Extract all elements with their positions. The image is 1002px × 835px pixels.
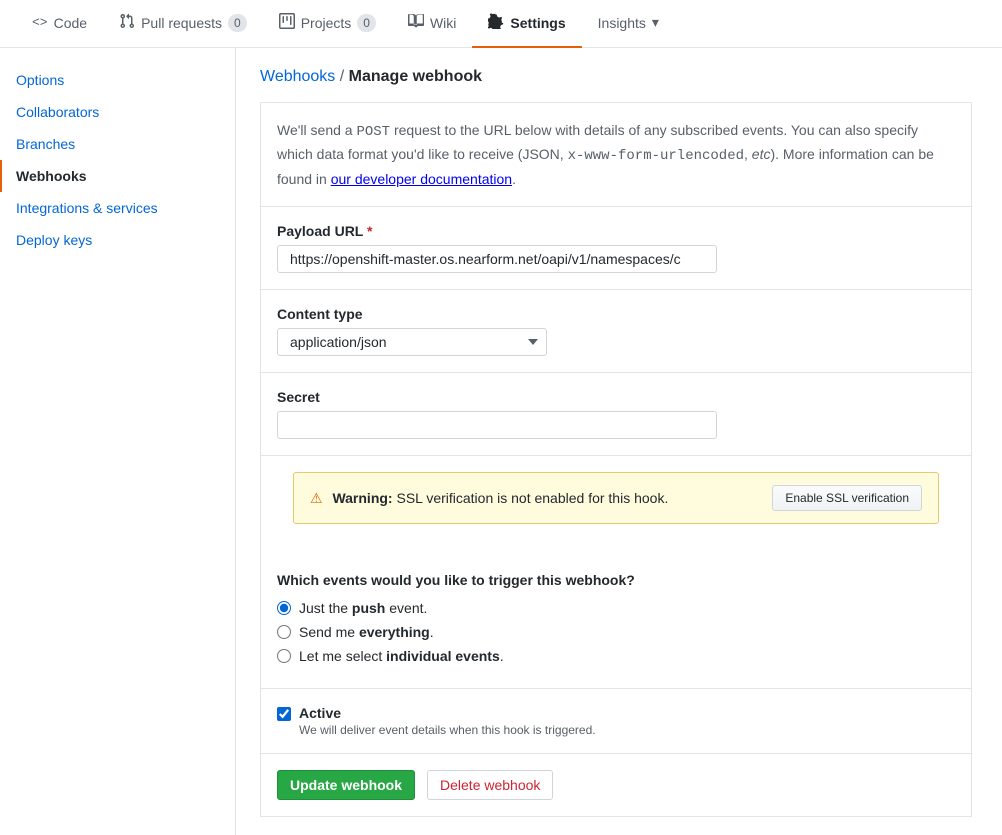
projects-badge: 0 bbox=[357, 14, 376, 32]
sidebar: Options Collaborators Branches Webhooks … bbox=[0, 48, 236, 835]
nav-insights[interactable]: Insights ▾ bbox=[582, 0, 675, 47]
webhook-form-container: We'll send a POST request to the URL bel… bbox=[260, 102, 972, 817]
page-layout: Options Collaborators Branches Webhooks … bbox=[0, 48, 1002, 835]
projects-icon bbox=[279, 13, 295, 32]
payload-url-group: Payload URL * bbox=[261, 207, 971, 290]
secret-group: Secret bbox=[261, 373, 971, 456]
active-section: Active We will deliver event details whe… bbox=[261, 689, 971, 753]
nav-pull-requests-label: Pull requests bbox=[141, 15, 222, 31]
secret-input[interactable] bbox=[277, 411, 717, 439]
push-event-label: Just the push event. bbox=[299, 600, 427, 616]
nav-settings-label: Settings bbox=[510, 15, 565, 31]
code-icon: <> bbox=[32, 15, 48, 30]
radio-group-everything: Send me everything. bbox=[277, 624, 955, 640]
insights-dropdown-icon: ▾ bbox=[652, 14, 659, 31]
nav-projects-label: Projects bbox=[301, 15, 352, 31]
active-label-container: Active We will deliver event details whe… bbox=[299, 705, 596, 737]
sidebar-item-branches[interactable]: Branches bbox=[0, 128, 235, 160]
everything-event-radio[interactable] bbox=[277, 625, 291, 639]
sidebar-item-collaborators[interactable]: Collaborators bbox=[0, 96, 235, 128]
pull-request-icon bbox=[119, 13, 135, 32]
radio-group-push: Just the push event. bbox=[277, 600, 955, 616]
push-event-radio[interactable] bbox=[277, 601, 291, 615]
warning-container: ⚠ Warning: SSL verification is not enabl… bbox=[261, 472, 971, 556]
breadcrumb-current: Manage webhook bbox=[349, 68, 482, 85]
payload-url-label: Payload URL * bbox=[277, 223, 955, 239]
content-type-group: Content type application/json applicatio… bbox=[261, 290, 971, 373]
individual-events-label: Let me select individual events. bbox=[299, 648, 504, 664]
payload-url-input[interactable] bbox=[277, 245, 717, 273]
everything-event-label: Send me everything. bbox=[299, 624, 434, 640]
top-navigation: <> Code Pull requests 0 Projects 0 Wiki … bbox=[0, 0, 1002, 48]
enable-ssl-button[interactable]: Enable SSL verification bbox=[772, 485, 922, 511]
content-type-label: Content type bbox=[277, 306, 955, 322]
settings-icon bbox=[488, 13, 504, 32]
sidebar-item-webhooks[interactable]: Webhooks bbox=[0, 160, 235, 192]
breadcrumb-separator: / bbox=[340, 68, 349, 85]
breadcrumb: Webhooks / Manage webhook bbox=[260, 68, 972, 86]
warning-triangle-icon: ⚠ bbox=[310, 490, 323, 506]
desc-code-post: POST bbox=[356, 124, 390, 140]
desc-text-before: We'll send a bbox=[277, 122, 356, 138]
sidebar-item-deploy-keys[interactable]: Deploy keys bbox=[0, 224, 235, 256]
warning-text-container: ⚠ Warning: SSL verification is not enabl… bbox=[310, 490, 668, 507]
active-description: We will deliver event details when this … bbox=[299, 723, 596, 737]
content-type-select[interactable]: application/json application/x-www-form-… bbox=[277, 328, 547, 356]
main-content: Webhooks / Manage webhook We'll send a P… bbox=[236, 48, 996, 835]
nav-wiki-label: Wiki bbox=[430, 15, 456, 31]
wiki-icon bbox=[408, 13, 424, 32]
warning-description: SSL verification is not enabled for this… bbox=[396, 490, 668, 506]
active-checkbox-group: Active We will deliver event details whe… bbox=[277, 705, 955, 737]
nav-settings[interactable]: Settings bbox=[472, 0, 581, 48]
pull-requests-badge: 0 bbox=[228, 14, 247, 32]
sidebar-item-integrations[interactable]: Integrations & services bbox=[0, 192, 235, 224]
nav-insights-label: Insights bbox=[598, 15, 646, 31]
nav-wiki[interactable]: Wiki bbox=[392, 0, 472, 48]
button-row: Update webhook Delete webhook bbox=[261, 753, 971, 816]
active-checkbox[interactable] bbox=[277, 707, 291, 721]
secret-label: Secret bbox=[277, 389, 955, 405]
warning-bold-text: Warning: bbox=[332, 490, 392, 506]
webhook-description: We'll send a POST request to the URL bel… bbox=[261, 103, 971, 207]
breadcrumb-parent-link[interactable]: Webhooks bbox=[260, 68, 335, 85]
developer-docs-link[interactable]: our developer documentation bbox=[331, 171, 512, 187]
ssl-warning-box: ⚠ Warning: SSL verification is not enabl… bbox=[293, 472, 939, 524]
events-title: Which events would you like to trigger t… bbox=[277, 572, 955, 588]
desc-code-urlencoded: x-www-form-urlencoded bbox=[568, 148, 744, 164]
sidebar-item-options[interactable]: Options bbox=[0, 64, 235, 96]
required-asterisk: * bbox=[367, 223, 372, 239]
nav-code[interactable]: <> Code bbox=[16, 1, 103, 47]
events-section: Which events would you like to trigger t… bbox=[261, 556, 971, 689]
nav-code-label: Code bbox=[54, 15, 87, 31]
nav-projects[interactable]: Projects 0 bbox=[263, 0, 392, 48]
radio-group-individual: Let me select individual events. bbox=[277, 648, 955, 664]
active-label: Active bbox=[299, 705, 341, 721]
individual-events-radio[interactable] bbox=[277, 649, 291, 663]
nav-pull-requests[interactable]: Pull requests 0 bbox=[103, 0, 263, 48]
